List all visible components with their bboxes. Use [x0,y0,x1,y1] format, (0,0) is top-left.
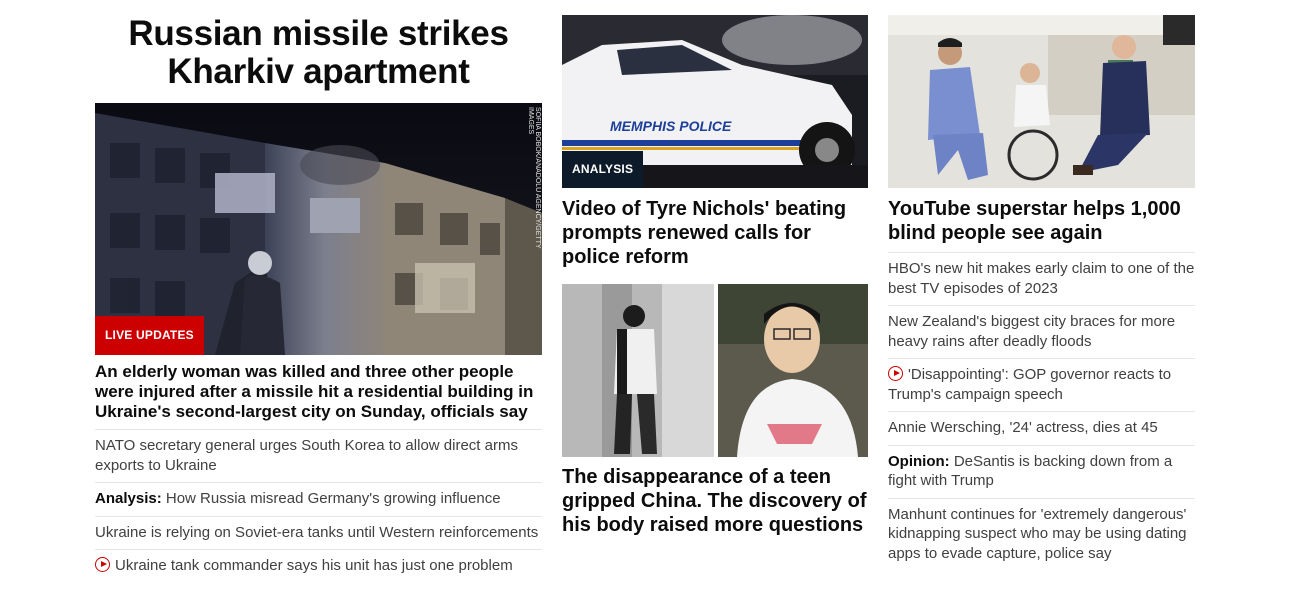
list-item[interactable]: Ukraine tank commander says his unit has… [95,549,542,583]
item-text: 'Disappointing': GOP governor reacts to … [888,366,1172,403]
main-related-list: NATO secretary general urges South Korea… [95,429,542,583]
item-text: How Russia misread Germany's growing inf… [161,490,501,507]
video-play-icon [888,366,903,381]
main-headline[interactable]: Russian missile strikes Kharkiv apartmen… [95,15,542,103]
live-updates-badge[interactable]: LIVE UPDATES [95,316,204,355]
video-play-icon [95,557,110,572]
item-text: Ukraine is relying on Soviet-era tanks u… [95,523,539,541]
police-car-image[interactable]: MEMPHIS POLICE ANALYSIS [562,15,868,188]
analysis-badge[interactable]: ANALYSIS [562,151,644,188]
middle-column: MEMPHIS POLICE ANALYSIS Video of Tyre Ni… [562,0,868,537]
youtube-superstar-headline[interactable]: YouTube superstar helps 1,000 blind peop… [888,197,1195,245]
item-text: Annie Wersching, '24' actress, dies at 4… [888,419,1158,436]
image-credit: SOFIIA BOBOK/ANADOLU AGENCY/GETTY IMAGES [527,107,541,249]
item-text: HBO's new hit makes early claim to one o… [888,260,1195,297]
item-text: New Zealand's biggest city braces for mo… [888,313,1176,350]
tyre-nichols-headline[interactable]: Video of Tyre Nichols' beating prompts r… [562,197,868,269]
main-story-column: Russian missile strikes Kharkiv apartmen… [95,0,542,583]
eye-clinic-photo [888,15,1195,188]
list-item[interactable]: NATO secretary general urges South Korea… [95,429,542,482]
kharkiv-building-image[interactable]: SOFIIA BOBOK/ANADOLU AGENCY/GETTY IMAGES… [95,103,542,355]
main-story-summary[interactable]: An elderly woman was killed and three ot… [95,362,542,422]
item-prefix: Analysis: [95,490,162,507]
list-item[interactable]: Manhunt continues for 'extremely dangero… [888,497,1195,571]
right-link-list: HBO's new hit makes early claim to one o… [888,252,1195,570]
china-teen-headline[interactable]: The disappearance of a teen gripped Chin… [562,465,868,537]
list-item[interactable]: Opinion: DeSantis is backing down from a… [888,444,1195,498]
china-teen-photo [562,284,868,457]
item-text: NATO secretary general urges South Korea… [95,437,518,474]
item-text: Ukraine tank commander says his unit has… [115,557,513,574]
list-item[interactable]: Analysis: How Russia misread Germany's g… [95,482,542,516]
list-item[interactable]: 'Disappointing': GOP governor reacts to … [888,358,1195,411]
item-text: Manhunt continues for 'extremely dangero… [888,505,1187,562]
car-door-text: MEMPHIS POLICE [610,118,732,134]
list-item[interactable]: Annie Wersching, '24' actress, dies at 4… [888,411,1195,445]
right-column: YouTube superstar helps 1,000 blind peop… [888,0,1195,570]
china-teen-image[interactable] [562,284,868,457]
list-item[interactable]: New Zealand's biggest city braces for mo… [888,305,1195,358]
youtube-superstar-image[interactable] [888,15,1195,188]
list-item[interactable]: Ukraine is relying on Soviet-era tanks u… [95,515,542,550]
item-prefix: Opinion: [888,452,950,470]
list-item[interactable]: HBO's new hit makes early claim to one o… [888,252,1195,305]
